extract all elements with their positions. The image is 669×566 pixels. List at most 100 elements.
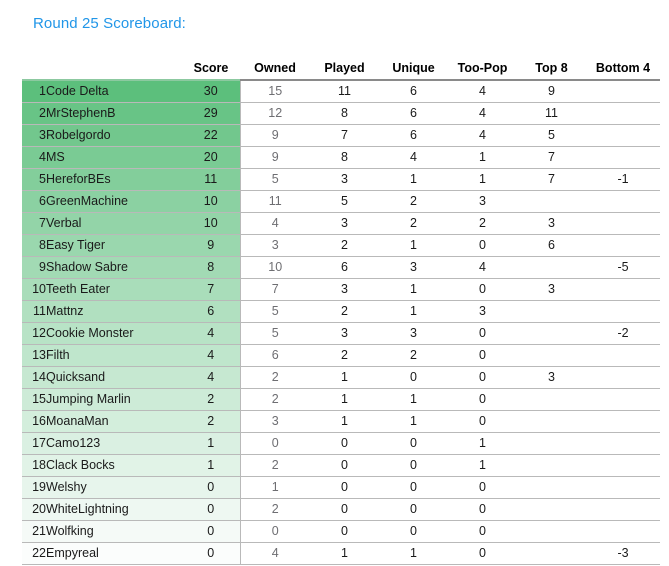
- cell-unique: 6: [379, 124, 448, 147]
- table-row: 6 GreenMachine 10 11 5 2 3: [22, 190, 660, 213]
- column-header-toopop: Too-Pop: [448, 58, 517, 79]
- cell-player: Shadow Sabre: [46, 256, 182, 279]
- cell-unique: 1: [379, 542, 448, 565]
- cell-top8: [517, 432, 586, 455]
- cell-top8: [517, 344, 586, 367]
- cell-unique: 1: [379, 234, 448, 257]
- cell-owned: 5: [240, 168, 310, 191]
- cell-owned: 11: [240, 190, 310, 213]
- cell-played: 6: [310, 256, 379, 279]
- cell-top8: [517, 476, 586, 499]
- column-header-unique: Unique: [379, 58, 448, 79]
- table-row: 1 Code Delta 30 15 11 6 4 9: [22, 81, 660, 103]
- cell-played: 3: [310, 278, 379, 301]
- column-header-score: Score: [182, 58, 240, 79]
- cell-rank: 14: [22, 366, 46, 389]
- cell-player: GreenMachine: [46, 190, 182, 213]
- cell-toopop: 0: [448, 498, 517, 521]
- cell-owned: 7: [240, 278, 310, 301]
- cell-player: Code Delta: [46, 81, 182, 103]
- cell-owned: 9: [240, 146, 310, 169]
- cell-bot4: -5: [586, 256, 660, 279]
- cell-played: 0: [310, 454, 379, 477]
- cell-top8: 3: [517, 212, 586, 235]
- cell-toopop: 3: [448, 190, 517, 213]
- cell-unique: 2: [379, 344, 448, 367]
- cell-score: 1: [182, 432, 241, 455]
- cell-played: 5: [310, 190, 379, 213]
- cell-toopop: 0: [448, 278, 517, 301]
- column-header-rank: [22, 58, 46, 79]
- column-header-bot4: Bottom 4: [586, 58, 660, 79]
- cell-played: 3: [310, 212, 379, 235]
- table-row: 9 Shadow Sabre 8 10 6 3 4 -5: [22, 256, 660, 279]
- scoreboard-page: Round 25 Scoreboard: Score Owned Played …: [0, 0, 669, 566]
- cell-toopop: 4: [448, 102, 517, 125]
- cell-rank: 15: [22, 388, 46, 411]
- table-row: 21 Wolfking 0 0 0 0 0: [22, 520, 660, 543]
- cell-rank: 10: [22, 278, 46, 301]
- table-row: 17 Camo123 1 0 0 0 1: [22, 432, 660, 455]
- cell-rank: 21: [22, 520, 46, 543]
- cell-owned: 0: [240, 520, 310, 543]
- cell-played: 8: [310, 146, 379, 169]
- cell-unique: 4: [379, 146, 448, 169]
- cell-score: 0: [182, 498, 241, 521]
- table-row: 4 MS 20 9 8 4 1 7: [22, 146, 660, 169]
- cell-owned: 12: [240, 102, 310, 125]
- table-row: 22 Empyreal 0 4 1 1 0 -3: [22, 542, 660, 565]
- cell-bot4: [586, 124, 660, 147]
- table-row: 10 Teeth Eater 7 7 3 1 0 3: [22, 278, 660, 301]
- cell-played: 1: [310, 388, 379, 411]
- cell-bot4: [586, 476, 660, 499]
- cell-top8: [517, 190, 586, 213]
- cell-top8: 7: [517, 146, 586, 169]
- cell-top8: [517, 542, 586, 565]
- cell-toopop: 0: [448, 344, 517, 367]
- cell-bot4: [586, 388, 660, 411]
- cell-score: 30: [182, 81, 241, 103]
- cell-played: 0: [310, 520, 379, 543]
- cell-owned: 2: [240, 498, 310, 521]
- cell-top8: [517, 454, 586, 477]
- cell-player: Empyreal: [46, 542, 182, 565]
- cell-bot4: [586, 366, 660, 389]
- cell-player: Filth: [46, 344, 182, 367]
- cell-bot4: [586, 344, 660, 367]
- table-row: 3 Robelgordo 22 9 7 6 4 5: [22, 124, 660, 147]
- table-header-row: Score Owned Played Unique Too-Pop Top 8 …: [22, 58, 660, 79]
- table-row: 14 Quicksand 4 2 1 0 0 3: [22, 366, 660, 389]
- cell-player: WhiteLightning: [46, 498, 182, 521]
- cell-score: 2: [182, 388, 241, 411]
- cell-unique: 0: [379, 498, 448, 521]
- cell-toopop: 1: [448, 432, 517, 455]
- cell-owned: 5: [240, 300, 310, 323]
- cell-toopop: 0: [448, 520, 517, 543]
- cell-player: Wolfking: [46, 520, 182, 543]
- cell-player: Easy Tiger: [46, 234, 182, 257]
- cell-bot4: [586, 454, 660, 477]
- cell-bot4: [586, 410, 660, 433]
- cell-owned: 4: [240, 212, 310, 235]
- cell-unique: 0: [379, 366, 448, 389]
- cell-toopop: 1: [448, 454, 517, 477]
- cell-unique: 0: [379, 432, 448, 455]
- cell-bot4: [586, 190, 660, 213]
- cell-unique: 1: [379, 410, 448, 433]
- cell-owned: 15: [240, 81, 310, 103]
- cell-toopop: 0: [448, 476, 517, 499]
- cell-rank: 9: [22, 256, 46, 279]
- cell-toopop: 1: [448, 146, 517, 169]
- cell-bot4: -2: [586, 322, 660, 345]
- cell-rank: 16: [22, 410, 46, 433]
- cell-top8: [517, 322, 586, 345]
- cell-bot4: [586, 212, 660, 235]
- cell-top8: [517, 410, 586, 433]
- cell-unique: 1: [379, 278, 448, 301]
- cell-player: Clack Bocks: [46, 454, 182, 477]
- cell-played: 0: [310, 476, 379, 499]
- table-row: 7 Verbal 10 4 3 2 2 3: [22, 212, 660, 235]
- table-row: 19 Welshy 0 1 0 0 0: [22, 476, 660, 499]
- cell-score: 29: [182, 102, 241, 125]
- cell-toopop: 0: [448, 410, 517, 433]
